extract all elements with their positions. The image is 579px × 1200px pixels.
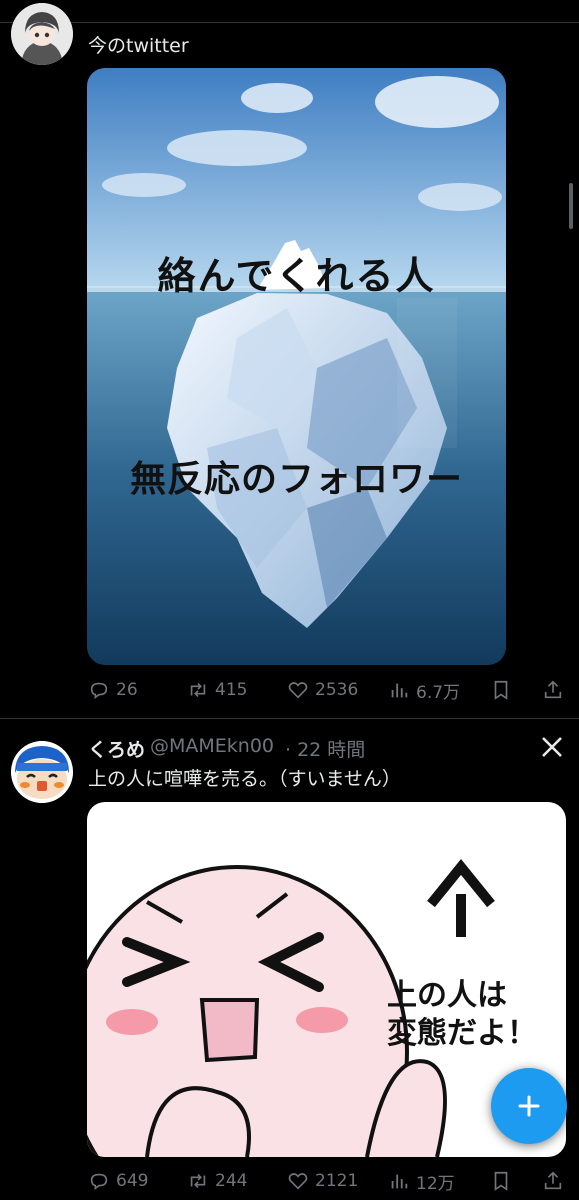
share-button[interactable] <box>542 1164 564 1198</box>
views-button[interactable]: 6.7万 <box>388 673 460 707</box>
like-count: 2121 <box>315 1171 359 1191</box>
share-icon <box>544 680 562 699</box>
reply-count: 26 <box>116 680 138 700</box>
bookmark-button[interactable] <box>490 1164 512 1198</box>
tweet-text: 上の人に喧嘩を売る。（すいません） <box>88 768 401 790</box>
handle[interactable]: @MAMEkn00 <box>150 735 274 757</box>
x-logo-icon[interactable] <box>540 735 564 759</box>
tweet-actions: 649 244 2121 12万 <box>88 1164 568 1198</box>
display-name[interactable]: くろめ <box>88 735 145 762</box>
compose-button[interactable] <box>491 1068 567 1144</box>
compose-plus-icon <box>518 1095 540 1117</box>
tweet-image[interactable]: 絡んでくれる人 無反応のフォロワー <box>87 68 506 665</box>
retweet-count: 244 <box>215 1171 248 1191</box>
bookmark-icon <box>494 1171 508 1191</box>
retweet-button[interactable]: 244 <box>187 1164 247 1198</box>
avatar[interactable] <box>11 3 73 65</box>
like-icon <box>288 1173 308 1190</box>
like-icon <box>288 682 308 699</box>
tweet-divider <box>0 718 579 719</box>
views-count: 6.7万 <box>416 682 461 703</box>
reply-icon <box>90 1173 108 1190</box>
iceberg-illustration <box>87 68 506 665</box>
views-button[interactable]: 12万 <box>388 1164 455 1198</box>
image-label-top: 絡んでくれる人 <box>157 254 436 298</box>
retweet-count: 415 <box>215 680 248 700</box>
image-label-bottom: 無反応のフォロワー <box>129 459 463 500</box>
reply-count: 649 <box>116 1171 149 1191</box>
scrollbar[interactable] <box>569 183 573 229</box>
like-button[interactable]: 2121 <box>287 1164 358 1198</box>
retweet-icon <box>190 1173 206 1189</box>
bookmark-button[interactable] <box>490 673 512 707</box>
views-count: 12万 <box>416 1173 455 1194</box>
like-button[interactable]: 2536 <box>287 673 358 707</box>
views-icon <box>391 683 408 698</box>
bookmark-icon <box>494 680 508 700</box>
reply-button[interactable]: 26 <box>88 673 138 707</box>
image-caption-line2: 変態だよ！ <box>387 1016 537 1051</box>
tweet-text: 今のtwitter <box>88 35 189 57</box>
top-divider <box>0 22 579 23</box>
retweet-button[interactable]: 415 <box>187 673 247 707</box>
retweet-icon <box>190 682 206 698</box>
reply-icon <box>90 682 108 699</box>
avatar[interactable] <box>11 741 73 803</box>
timestamp[interactable]: · 22 時間 <box>285 735 365 762</box>
reply-button[interactable]: 649 <box>88 1164 148 1198</box>
share-icon <box>544 1171 562 1190</box>
views-icon <box>391 1174 408 1189</box>
tweet-actions: 26 415 2536 6.7万 <box>88 673 568 707</box>
like-count: 2536 <box>315 680 359 700</box>
share-button[interactable] <box>542 673 564 707</box>
